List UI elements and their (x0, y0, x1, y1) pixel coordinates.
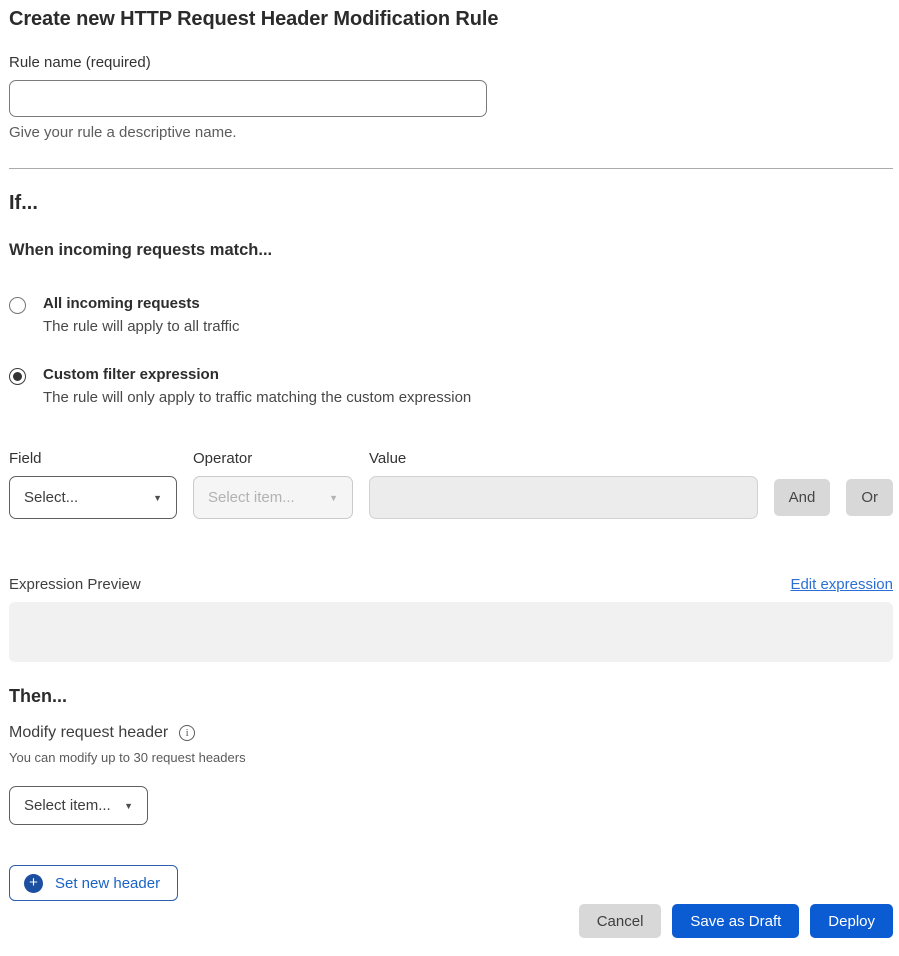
info-icon[interactable]: i (179, 725, 195, 741)
and-button[interactable]: And (774, 479, 831, 516)
rule-name-input[interactable] (9, 80, 487, 117)
radio-label[interactable]: Custom filter expression (43, 366, 471, 383)
operator-label: Operator (193, 450, 353, 467)
radio-option-custom-expression[interactable]: Custom filter expression The rule will o… (9, 366, 893, 406)
expression-builder-row: Field Select... ▼ Operator Select item..… (9, 450, 893, 519)
then-heading: Then... (9, 686, 893, 707)
if-heading: If... (9, 192, 893, 215)
chevron-down-icon: ▼ (153, 493, 162, 503)
operator-select-value: Select item... (208, 489, 295, 506)
deploy-button[interactable]: Deploy (810, 904, 893, 938)
edit-expression-link[interactable]: Edit expression (790, 576, 893, 593)
radio-label[interactable]: All incoming requests (43, 295, 239, 312)
page-title: Create new HTTP Request Header Modificat… (9, 8, 893, 31)
modify-header-label: Modify request header (9, 724, 168, 742)
radio-description: The rule will only apply to traffic matc… (43, 389, 471, 406)
set-new-header-button[interactable]: + Set new header (9, 865, 178, 901)
field-select[interactable]: Select... ▼ (9, 476, 177, 519)
save-as-draft-button[interactable]: Save as Draft (672, 904, 799, 938)
chevron-down-icon: ▼ (124, 801, 133, 811)
plus-icon: + (24, 874, 43, 893)
expression-preview-box (9, 602, 893, 662)
header-item-select[interactable]: Select item... ▼ (9, 786, 148, 825)
header-item-select-value: Select item... (24, 797, 111, 814)
expression-preview-label: Expression Preview (9, 576, 141, 593)
modify-header-row: Modify request header i (9, 724, 893, 742)
field-select-value: Select... (24, 489, 78, 506)
radio-option-all-requests[interactable]: All incoming requests The rule will appl… (9, 295, 893, 335)
value-label: Value (369, 450, 758, 467)
cancel-button[interactable]: Cancel (579, 904, 662, 938)
set-new-header-label: Set new header (55, 875, 160, 892)
radio-button-icon[interactable] (9, 297, 26, 314)
chevron-down-icon: ▼ (329, 493, 338, 503)
field-label: Field (9, 450, 177, 467)
rule-name-label: Rule name (required) (9, 54, 893, 71)
radio-button-icon[interactable] (9, 368, 26, 385)
expression-preview-row: Expression Preview Edit expression (9, 576, 893, 593)
rule-name-helper: Give your rule a descriptive name. (9, 124, 893, 141)
or-button[interactable]: Or (846, 479, 893, 516)
operator-select[interactable]: Select item... ▼ (193, 476, 353, 519)
modify-header-helper: You can modify up to 30 request headers (9, 750, 893, 765)
footer-actions: Cancel Save as Draft Deploy (9, 904, 893, 938)
section-divider (9, 168, 893, 169)
match-subheading: When incoming requests match... (9, 241, 893, 260)
radio-description: The rule will apply to all traffic (43, 318, 239, 335)
value-input[interactable] (369, 476, 758, 519)
